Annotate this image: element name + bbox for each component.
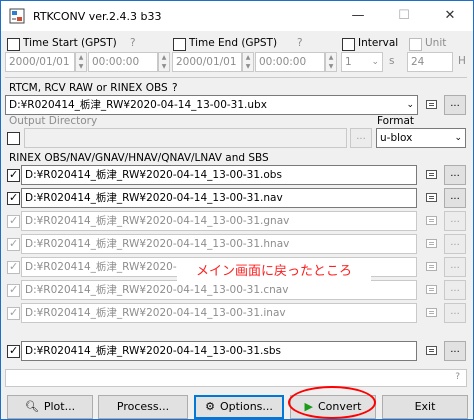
cnav-checkbox[interactable]: ✓ xyxy=(7,283,20,297)
inav-file-field[interactable]: D:¥R020414_栃津_RW¥2020-04-14_13-00-31.ina… xyxy=(21,303,417,323)
qnav-browse-button[interactable]: ... xyxy=(444,257,466,277)
time-start-label: Time Start (GPST) xyxy=(23,37,117,49)
gnav-file-field[interactable]: D:¥R020414_栃津_RW¥2020-04-14_13-00-31.gna… xyxy=(21,211,417,231)
start-time-spinner[interactable]: ▲ ▼ xyxy=(158,52,170,72)
exit-button-label: Exit xyxy=(414,400,436,413)
process-button-label: Process... xyxy=(116,400,170,413)
view-file-icon[interactable] xyxy=(426,262,437,271)
time-end-help[interactable]: ? xyxy=(297,37,303,49)
input-file-select[interactable]: D:¥R020414_栃津_RW¥2020-04-14_13-00-31.ubx… xyxy=(5,95,418,115)
obs-browse-button[interactable]: ... xyxy=(444,165,466,185)
unit-label: Unit xyxy=(425,37,447,49)
unit-checkbox[interactable] xyxy=(409,38,422,51)
gnav-browse-button[interactable]: ... xyxy=(444,211,466,231)
input-label: RTCM, RCV RAW or RINEX OBS xyxy=(9,82,168,94)
input-help[interactable]: ? xyxy=(172,82,178,94)
start-date-spinner[interactable]: ▲ ▼ xyxy=(75,52,87,72)
hnav-file-field[interactable]: D:¥R020414_栃津_RW¥2020-04-14_13-00-31.hna… xyxy=(21,234,417,254)
start-date-field[interactable]: 2000/01/01 xyxy=(5,52,75,72)
time-start-checkbox[interactable] xyxy=(7,38,20,51)
view-file-icon[interactable] xyxy=(426,216,437,225)
unit-hours-field[interactable]: 24 xyxy=(407,52,453,72)
nav-browse-button[interactable]: ... xyxy=(444,188,466,208)
gnav-checkbox[interactable]: ✓ xyxy=(7,214,20,228)
cnav-browse-button[interactable]: ... xyxy=(444,280,466,300)
minimize-button[interactable]: — xyxy=(335,1,381,31)
chevron-down-icon: ⌄ xyxy=(371,57,379,67)
format-label: Format xyxy=(377,115,415,127)
unit-hours-suffix: H xyxy=(458,55,466,67)
rtkconv-app-icon xyxy=(9,8,25,24)
output-dir-label: Output Directory xyxy=(9,115,98,127)
view-file-icon[interactable] xyxy=(426,285,437,294)
sbs-browse-button[interactable]: ... xyxy=(444,341,466,361)
maximize-button[interactable]: ☐ xyxy=(381,1,427,31)
format-value: u-blox xyxy=(380,132,413,144)
end-time-spinner[interactable]: ▲ ▼ xyxy=(325,52,337,72)
view-file-icon[interactable] xyxy=(426,193,437,202)
rinex-label: RINEX OBS/NAV/GNAV/HNAV/QNAV/LNAV and SB… xyxy=(9,152,269,164)
cnav-file-field[interactable]: D:¥R020414_栃津_RW¥2020-04-14_13-00-31.cna… xyxy=(21,280,417,300)
input-browse-button[interactable]: ... xyxy=(444,95,466,115)
inav-checkbox[interactable]: ✓ xyxy=(7,306,20,320)
view-file-icon[interactable] xyxy=(426,100,437,109)
close-button[interactable]: ✕ xyxy=(427,1,473,31)
interval-label: Interval xyxy=(358,37,399,49)
options-button-label: Options... xyxy=(219,400,273,413)
output-dir-checkbox[interactable] xyxy=(7,132,20,145)
interval-unit-label: s xyxy=(389,55,395,67)
obs-checkbox[interactable]: ✓ xyxy=(7,168,20,182)
process-button[interactable]: Process... xyxy=(98,395,188,419)
input-file-path: D:¥R020414_栃津_RW¥2020-04-14_13-00-31.ubx xyxy=(9,99,267,111)
end-date-spinner[interactable]: ▲ ▼ xyxy=(242,52,254,72)
sbs-file-field[interactable]: D:¥R020414_栃津_RW¥2020-04-14_13-00-31.sbs xyxy=(21,341,417,361)
end-date-field[interactable]: 2000/01/01 xyxy=(172,52,242,72)
gear-icon: ⚙ xyxy=(205,400,215,413)
view-file-icon[interactable] xyxy=(426,346,437,355)
time-end-checkbox[interactable] xyxy=(173,38,186,51)
inav-browse-button[interactable]: ... xyxy=(444,303,466,323)
interval-value: 1 xyxy=(345,56,352,68)
view-file-icon[interactable] xyxy=(426,239,437,248)
chevron-down-icon: ⌄ xyxy=(406,100,414,110)
end-time-field[interactable]: 00:00:00 xyxy=(255,52,325,72)
interval-select[interactable]: 1 ⌄ xyxy=(341,52,383,72)
plot-button[interactable]: 🔍︎ Plot... xyxy=(7,395,93,419)
sbs-checkbox[interactable]: ✓ xyxy=(7,344,20,358)
status-bar: ? xyxy=(5,369,467,387)
hnav-browse-button[interactable]: ... xyxy=(444,234,466,254)
magnifier-icon: 🔍︎ xyxy=(24,400,39,413)
options-button[interactable]: ⚙ Options... xyxy=(194,395,284,419)
start-time-field[interactable]: 00:00:00 xyxy=(88,52,158,72)
time-end-label: Time End (GPST) xyxy=(189,37,278,49)
highlight-oval xyxy=(288,386,376,419)
obs-file-field[interactable]: D:¥R020414_栃津_RW¥2020-04-14_13-00-31.obs xyxy=(21,165,417,185)
rtkconv-window: RTKCONV ver.2.4.3 b33 — ☐ ✕ Time Start (… xyxy=(0,0,474,420)
separator xyxy=(5,77,467,78)
nav-checkbox[interactable]: ✓ xyxy=(7,191,20,205)
view-file-icon[interactable] xyxy=(426,170,437,179)
annotation-callout: メイン画面に戻ったところ xyxy=(177,262,371,282)
time-start-help[interactable]: ? xyxy=(130,37,136,49)
plot-button-label: Plot... xyxy=(43,400,76,413)
window-title: RTKCONV ver.2.4.3 b33 xyxy=(33,10,162,23)
output-dir-field[interactable] xyxy=(24,128,347,148)
chevron-down-icon: ⌄ xyxy=(454,133,462,143)
qnav-checkbox[interactable]: ✓ xyxy=(7,260,20,274)
title-bar: RTKCONV ver.2.4.3 b33 — ☐ ✕ xyxy=(1,1,473,31)
nav-file-field[interactable]: D:¥R020414_栃津_RW¥2020-04-14_13-00-31.nav xyxy=(21,188,417,208)
view-file-icon[interactable] xyxy=(426,308,437,317)
hnav-checkbox[interactable]: ✓ xyxy=(7,237,20,251)
exit-button[interactable]: Exit xyxy=(382,395,468,419)
output-dir-browse-button[interactable]: ... xyxy=(350,128,372,148)
format-select[interactable]: u-blox ⌄ xyxy=(376,128,466,148)
interval-checkbox[interactable] xyxy=(342,38,355,51)
status-help[interactable]: ? xyxy=(455,372,460,382)
